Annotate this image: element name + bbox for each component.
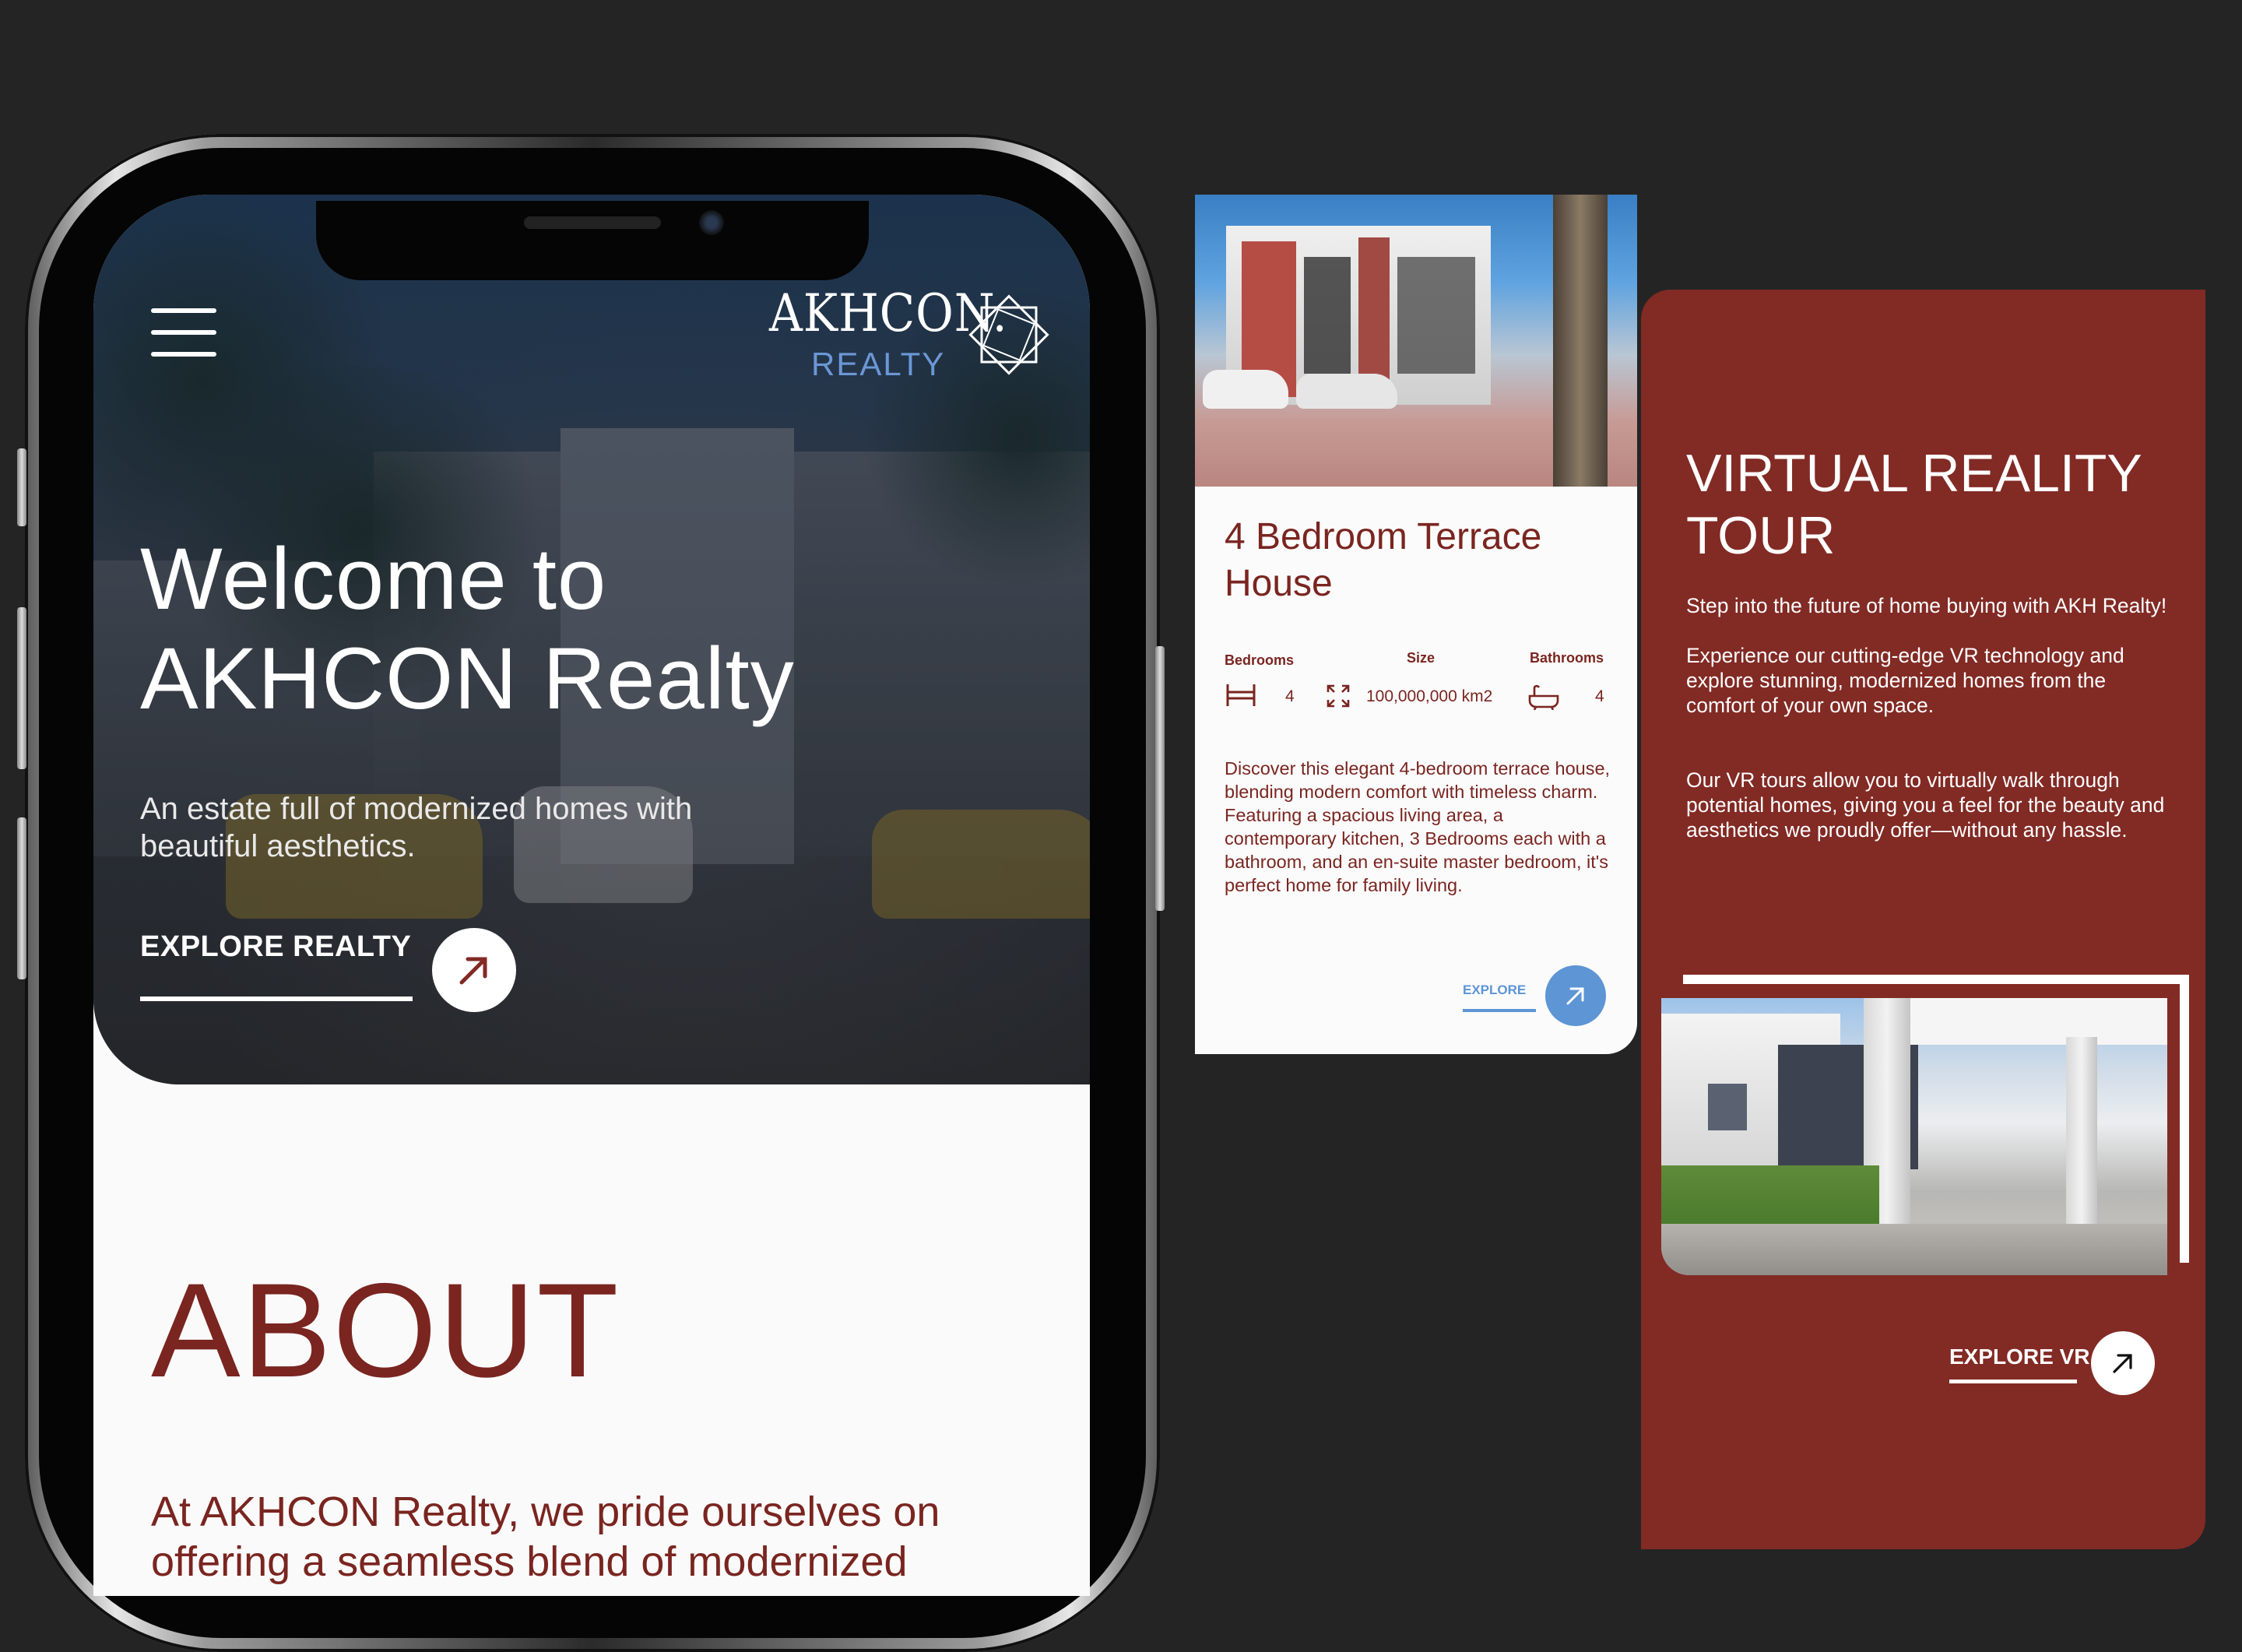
photo-car — [1296, 374, 1397, 409]
explore-realty-underline — [140, 996, 413, 1001]
brand-logo[interactable]: AKHCON. REALTY — [769, 280, 1049, 389]
photo-patio — [1661, 1224, 2167, 1275]
hero-subtitle: An estate full of modernized homes with … — [140, 790, 841, 865]
phone-front-camera — [699, 210, 724, 235]
vr-tour-intro: Step into the future of home buying with… — [1686, 594, 2167, 617]
phone-notch — [316, 201, 869, 280]
photo-lawn — [1661, 1165, 1879, 1228]
hero-subtitle-line: beautiful aesthetics. — [140, 829, 416, 863]
arrow-up-right-icon — [1566, 987, 1584, 1005]
hero-title-line: Welcome to — [140, 530, 607, 627]
photo-windows — [1397, 257, 1475, 374]
about-text: At AKHCON Realty, we pride ourselves on … — [151, 1487, 1023, 1587]
explore-vr-link[interactable]: EXPLORE VR — [1949, 1344, 2089, 1369]
phone-speaker — [524, 216, 661, 229]
bedrooms-value: 4 — [1285, 687, 1295, 705]
photo-ceiling — [1895, 998, 2167, 1045]
menu-line — [151, 308, 216, 313]
size-label: Size — [1407, 650, 1436, 666]
logo-star-mark-icon — [968, 294, 1049, 375]
bathtub-icon — [1528, 684, 1559, 710]
property-card: 4 Bedroom Terrace House Bedrooms Size Ba… — [1195, 195, 1637, 1054]
about-heading: ABOUT — [151, 1256, 620, 1405]
vr-tour-experience: Experience our cutting-edge VR technolog… — [1686, 644, 2124, 717]
photo-column — [2066, 1037, 2097, 1232]
hamburger-menu-button[interactable] — [151, 308, 216, 357]
bed-icon — [1226, 684, 1256, 706]
expand-size-icon — [1327, 684, 1350, 708]
phone-screen: AKHCON. REALTY Welcome to AKHCON Realty … — [93, 195, 1090, 1596]
explore-realty-arrow-button[interactable] — [432, 928, 516, 1012]
photo-windows — [1304, 257, 1351, 374]
vr-tour-description: Our VR tours allow you to virtually walk… — [1686, 768, 2165, 842]
vr-tour-photo — [1661, 998, 2167, 1275]
bathrooms-value: 4 — [1595, 687, 1604, 705]
menu-line — [151, 352, 216, 357]
logo-subtitle: REALTY — [811, 346, 946, 382]
photo-car — [1203, 370, 1288, 409]
vr-tour-panel: VIRTUAL REALITY TOUR Step into the futur… — [1641, 290, 2205, 1549]
size-value: 100,000,000 km2 — [1366, 687, 1493, 705]
vr-tour-title: VIRTUAL REALITY TOUR — [1686, 444, 2142, 565]
hero-title: Welcome to AKHCON Realty — [140, 529, 996, 729]
photo-palm-trunk — [1553, 195, 1608, 487]
phone-volume-up — [17, 607, 26, 769]
explore-realty-link[interactable]: EXPLORE REALTY — [140, 930, 411, 964]
property-photo — [1195, 195, 1637, 487]
explore-property-underline — [1463, 1009, 1536, 1012]
phone-volume-down — [17, 817, 26, 979]
about-text-line: At AKHCON Realty, we pride ourselves on — [151, 1489, 940, 1535]
menu-line — [151, 330, 216, 335]
arrow-up-right-icon — [2113, 1354, 2132, 1373]
about-text-line: offering a seamless blend of modernized — [151, 1538, 908, 1585]
property-description: Discover this elegant 4-bedroom terrace … — [1225, 758, 1611, 895]
arrow-up-right-icon — [459, 957, 487, 985]
explore-property-link[interactable]: EXPLORE — [1463, 982, 1526, 998]
hero-subtitle-line: An estate full of modernized homes with — [140, 792, 693, 826]
bedrooms-label: Bedrooms — [1225, 652, 1295, 668]
bathrooms-label: Bathrooms — [1530, 650, 1604, 666]
phone-power-button — [1155, 646, 1165, 911]
photo-window — [1708, 1084, 1747, 1130]
explore-property-arrow-button[interactable] — [1545, 965, 1606, 1026]
property-title: 4 Bedroom Terrace House — [1225, 516, 1542, 604]
hero-section: AKHCON. REALTY Welcome to AKHCON Realty … — [93, 195, 1090, 1084]
explore-vr-underline — [1949, 1380, 2077, 1383]
explore-vr-arrow-button[interactable] — [2091, 1331, 2155, 1395]
phone-mute-switch — [17, 448, 26, 526]
hero-title-line: AKHCON Realty — [140, 630, 795, 727]
